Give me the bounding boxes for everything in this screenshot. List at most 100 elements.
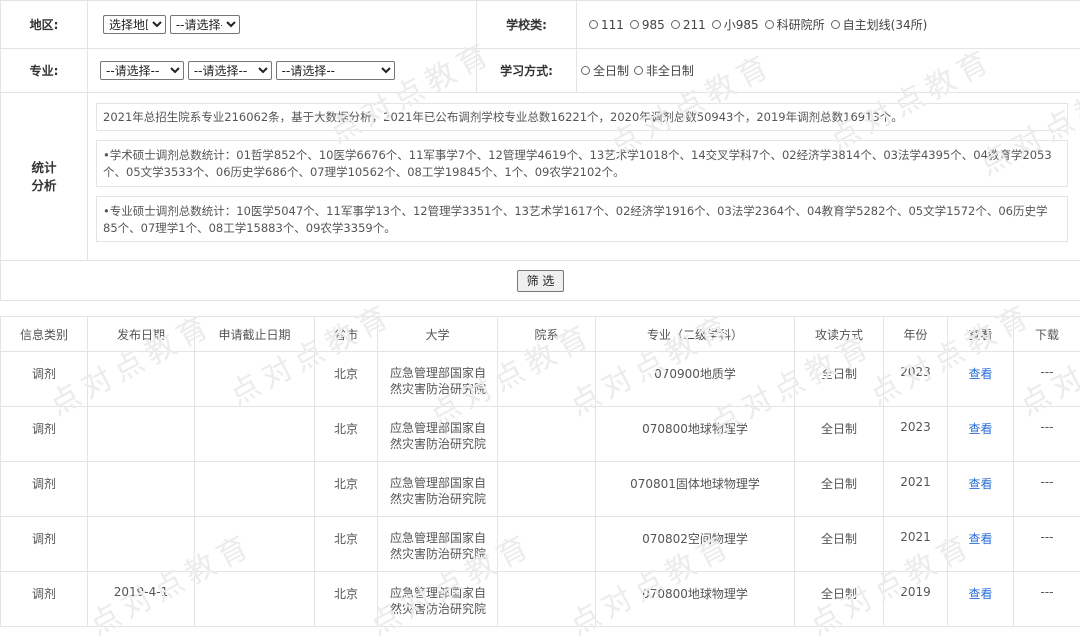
major-cell: 070800地球物理学 bbox=[596, 407, 795, 462]
study-mode-parttime-label: 非全日制 bbox=[646, 62, 694, 79]
download-cell: --- bbox=[1014, 462, 1080, 517]
major-cell: 070900地质学 bbox=[596, 352, 795, 407]
column-header: 省市 bbox=[315, 317, 378, 352]
province-cell: 北京 bbox=[315, 572, 378, 627]
year-cell: 2019 bbox=[884, 572, 948, 627]
province-cell: 北京 bbox=[315, 352, 378, 407]
school-type-radio[interactable]: 985 bbox=[630, 18, 665, 32]
year-cell: 2023 bbox=[884, 352, 948, 407]
university-cell: 应急管理部国家自然灾害防治研究院 bbox=[378, 407, 498, 462]
stats-academic-master: •学术硕士调剂总数统计：01哲学852个、10医学6676个、11军事学7个、1… bbox=[96, 140, 1068, 187]
province-cell: 北京 bbox=[315, 407, 378, 462]
region-label: 地区: bbox=[1, 1, 88, 49]
major-cell: 070802空间物理学 bbox=[596, 517, 795, 572]
department-cell bbox=[498, 572, 596, 627]
province-cell: 北京 bbox=[315, 517, 378, 572]
department-cell bbox=[498, 462, 596, 517]
column-header: 专业（二级学科） bbox=[596, 317, 795, 352]
view-link[interactable]: 查看 bbox=[948, 462, 1014, 517]
school-type-radio[interactable]: 小985 bbox=[712, 16, 759, 33]
department-cell bbox=[498, 407, 596, 462]
study-mode-cell: 全日制 bbox=[795, 407, 884, 462]
study-mode-cell: 全日制 bbox=[795, 572, 884, 627]
study-mode-cell: 全日制 bbox=[795, 462, 884, 517]
stats-professional-master: •专业硕士调剂总数统计：10医学5047个、11军事学13个、12管理学3351… bbox=[96, 196, 1068, 242]
school-type-option-label: 自主划线(34所) bbox=[843, 16, 928, 33]
school-type-radio[interactable]: 科研院所 bbox=[765, 16, 825, 33]
column-header: 发布日期 bbox=[88, 317, 195, 352]
publish-date-cell bbox=[88, 462, 195, 517]
download-cell: --- bbox=[1014, 517, 1080, 572]
school-type-option-label: 科研院所 bbox=[777, 16, 825, 33]
university-cell: 应急管理部国家自然灾害防治研究院 bbox=[378, 352, 498, 407]
deadline-cell bbox=[195, 462, 315, 517]
info-type-cell: 调剂 bbox=[1, 407, 88, 462]
publish-date-cell: 2019-4-1 bbox=[88, 572, 195, 627]
major-cell: 070801固体地球物理学 bbox=[596, 462, 795, 517]
department-cell bbox=[498, 352, 596, 407]
university-cell: 应急管理部国家自然灾害防治研究院 bbox=[378, 517, 498, 572]
study-mode-radio-parttime[interactable]: 非全日制 bbox=[634, 62, 694, 79]
view-link[interactable]: 查看 bbox=[948, 572, 1014, 627]
filter-button[interactable]: 筛 选 bbox=[517, 270, 564, 292]
publish-date-cell bbox=[88, 407, 195, 462]
university-cell: 应急管理部国家自然灾害防治研究院 bbox=[378, 572, 498, 627]
major-specialty-select[interactable]: --请选择-- bbox=[276, 61, 395, 80]
university-cell: 应急管理部国家自然灾害防治研究院 bbox=[378, 462, 498, 517]
deadline-cell bbox=[195, 572, 315, 627]
view-link[interactable]: 查看 bbox=[948, 407, 1014, 462]
department-cell bbox=[498, 517, 596, 572]
major-discipline-select[interactable]: --请选择-- bbox=[188, 61, 272, 80]
results-table: 信息类别发布日期申请截止日期省市大学院系专业（二级学科）攻读方式年份查看下载 调… bbox=[0, 316, 1080, 627]
info-type-cell: 调剂 bbox=[1, 352, 88, 407]
column-header: 攻读方式 bbox=[795, 317, 884, 352]
download-cell: --- bbox=[1014, 572, 1080, 627]
school-type-radio[interactable]: 111 bbox=[589, 18, 624, 32]
info-type-cell: 调剂 bbox=[1, 462, 88, 517]
school-type-option-label: 211 bbox=[683, 18, 706, 32]
download-cell: --- bbox=[1014, 407, 1080, 462]
study-mode-fulltime-label: 全日制 bbox=[593, 62, 629, 79]
radio-circle-icon bbox=[634, 66, 643, 75]
stats-summary: 2021年总招生院系专业216062条，基于大数据分析，2021年已公布调剂学校… bbox=[96, 103, 1068, 131]
stats-label: 统计 分析 bbox=[1, 93, 88, 261]
view-link[interactable]: 查看 bbox=[948, 517, 1014, 572]
download-cell: --- bbox=[1014, 352, 1080, 407]
year-cell: 2021 bbox=[884, 462, 948, 517]
table-row: 调剂 北京应急管理部国家自然灾害防治研究院 070802空间物理学全日制2021查看… bbox=[1, 517, 1080, 572]
column-header: 下载 bbox=[1014, 317, 1080, 352]
school-type-option-label: 985 bbox=[642, 18, 665, 32]
school-type-option-label: 小985 bbox=[724, 16, 759, 33]
deadline-cell bbox=[195, 517, 315, 572]
column-header: 年份 bbox=[884, 317, 948, 352]
major-label: 专业: bbox=[1, 49, 88, 93]
deadline-cell bbox=[195, 352, 315, 407]
radio-circle-icon bbox=[589, 20, 598, 29]
school-type-radio[interactable]: 自主划线(34所) bbox=[831, 16, 928, 33]
year-cell: 2021 bbox=[884, 517, 948, 572]
study-mode-radio-fulltime[interactable]: 全日制 bbox=[581, 62, 629, 79]
school-type-label: 学校类: bbox=[477, 1, 577, 49]
view-link[interactable]: 查看 bbox=[948, 352, 1014, 407]
table-row: 调剂北京应急管理部国家自然灾害防治研究院070800地球物理学全日制2023查看… bbox=[1, 407, 1080, 462]
radio-circle-icon bbox=[765, 20, 774, 29]
study-mode-cell: 全日制 bbox=[795, 352, 884, 407]
deadline-cell bbox=[195, 407, 315, 462]
filter-panel: 地区: 选择地区 --请选择-- 学校类: 111 985 211 小985 科研院所 自… bbox=[0, 0, 1080, 301]
major-category-select[interactable]: --请选择-- bbox=[100, 61, 184, 80]
region-select[interactable]: 选择地区 bbox=[103, 15, 166, 34]
school-type-option-label: 111 bbox=[601, 18, 624, 32]
sub-region-select[interactable]: --请选择-- bbox=[170, 15, 240, 34]
publish-date-cell bbox=[88, 517, 195, 572]
study-mode-cell: 全日制 bbox=[795, 517, 884, 572]
radio-circle-icon bbox=[712, 20, 721, 29]
table-row: 调剂2019-4-1北京应急管理部国家自然灾害防治研究院070800地球物理学全… bbox=[1, 572, 1080, 627]
column-header: 院系 bbox=[498, 317, 596, 352]
study-mode-label: 学习方式: bbox=[477, 49, 577, 93]
column-header: 信息类别 bbox=[1, 317, 88, 352]
school-type-radio[interactable]: 211 bbox=[671, 18, 706, 32]
major-cell: 070800地球物理学 bbox=[596, 572, 795, 627]
radio-circle-icon bbox=[671, 20, 680, 29]
radio-circle-icon bbox=[630, 20, 639, 29]
info-type-cell: 调剂 bbox=[1, 517, 88, 572]
